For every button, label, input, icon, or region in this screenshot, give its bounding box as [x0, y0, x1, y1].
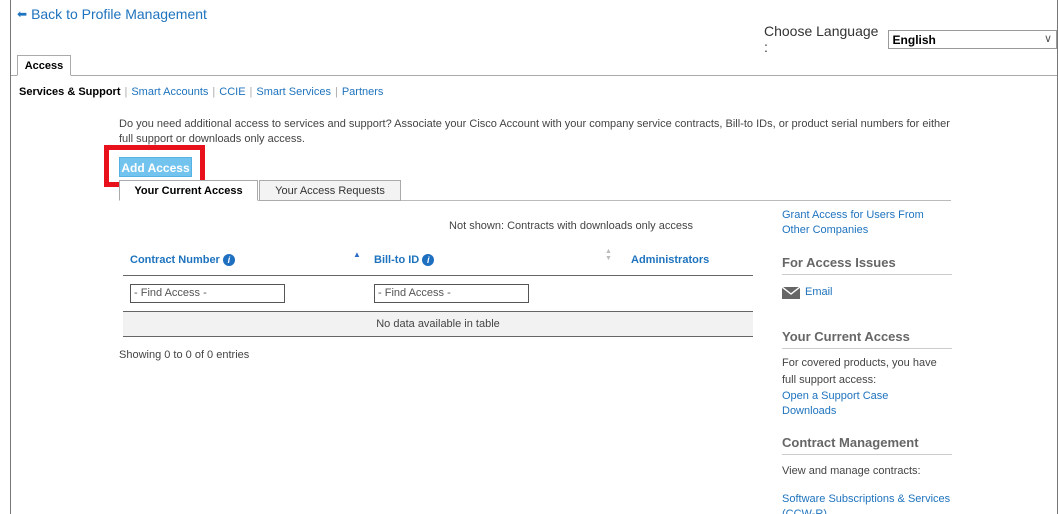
column-bill-to-id-label: Bill-to ID — [374, 254, 420, 266]
add-access-button[interactable]: Add Access — [119, 157, 192, 177]
subnav-smart-services[interactable]: Smart Services — [256, 86, 331, 98]
contract-number-find-input[interactable]: - Find Access - — [130, 284, 285, 303]
contract-management-text: View and manage contracts: — [782, 465, 921, 477]
right-sidebar: Grant Access for Users From Other Compan… — [781, 208, 952, 514]
not-shown-note: Not shown: Contracts with downloads only… — [449, 220, 693, 232]
language-label: Choose Language : — [764, 23, 879, 55]
open-support-case-link[interactable]: Open a Support Case — [782, 389, 952, 404]
software-subscriptions-link[interactable]: Software Subscriptions & Services (CCW-R… — [782, 492, 952, 514]
subnav-smart-accounts[interactable]: Smart Accounts — [131, 86, 208, 98]
tab-your-access-requests[interactable]: Your Access Requests — [259, 180, 401, 201]
table-header: Contract Number i ▲ Bill-to ID i ▲ ▼ Admi… — [123, 248, 753, 276]
column-administrators[interactable]: Administrators — [631, 254, 709, 266]
sort-ascending-icon[interactable]: ▲ — [353, 250, 361, 259]
tab-your-current-access[interactable]: Your Current Access — [119, 180, 258, 201]
back-to-profile-link[interactable]: ⬅ Back to Profile Management — [17, 6, 207, 22]
language-chooser: Choose Language : English ∨ — [764, 23, 1057, 55]
current-access-text: For covered products, you have full supp… — [782, 357, 937, 386]
access-tabs: Your Current Access Your Access Requests — [119, 180, 951, 201]
back-arrow-icon: ⬅ — [17, 7, 28, 21]
bill-to-id-find-input[interactable]: - Find Access - — [374, 284, 529, 303]
language-select[interactable]: English ∨ — [887, 29, 1057, 49]
main-tab-bar: Access — [11, 55, 1057, 76]
table-entries-info: Showing 0 to 0 of 0 entries — [119, 349, 250, 361]
info-icon[interactable]: i — [422, 254, 435, 266]
grant-access-link[interactable]: Grant Access for Users From Other Compan… — [782, 208, 952, 238]
intro-text: Do you need additional access to service… — [119, 118, 950, 145]
access-issues-heading: For Access Issues — [782, 255, 952, 275]
column-administrators-label: Administrators — [631, 254, 710, 266]
current-access-heading: Your Current Access — [782, 329, 952, 349]
email-row[interactable]: Email — [781, 285, 952, 300]
subnav-ccie[interactable]: CCIE — [219, 86, 245, 98]
find-placeholder: - Find Access - — [134, 287, 207, 299]
subnav-partners[interactable]: Partners — [342, 86, 384, 98]
column-bill-to-id[interactable]: Bill-to ID i — [374, 254, 435, 266]
info-icon[interactable]: i — [222, 254, 235, 266]
back-link-label: Back to Profile Management — [31, 6, 207, 22]
page-frame: ⬅ Back to Profile Management Choose Lang… — [10, 0, 1058, 514]
column-contract-number[interactable]: Contract Number i — [130, 254, 235, 266]
sort-both-icon[interactable]: ▲ ▼ — [605, 248, 612, 262]
find-placeholder: - Find Access - — [378, 287, 451, 299]
language-selected-value: English — [892, 32, 936, 47]
tab-access[interactable]: Access — [17, 55, 71, 76]
table-empty-row: No data available in table — [123, 311, 753, 337]
services-subnav: Services & Support | Smart Accounts | CC… — [19, 86, 384, 98]
contract-management-heading: Contract Management — [782, 435, 952, 455]
subnav-services-support[interactable]: Services & Support — [19, 86, 120, 98]
chevron-down-icon: ∨ — [1043, 32, 1052, 45]
column-contract-number-label: Contract Number — [130, 254, 220, 266]
downloads-link[interactable]: Downloads — [782, 404, 952, 419]
mail-icon — [781, 285, 801, 299]
email-link[interactable]: Email — [805, 285, 833, 300]
